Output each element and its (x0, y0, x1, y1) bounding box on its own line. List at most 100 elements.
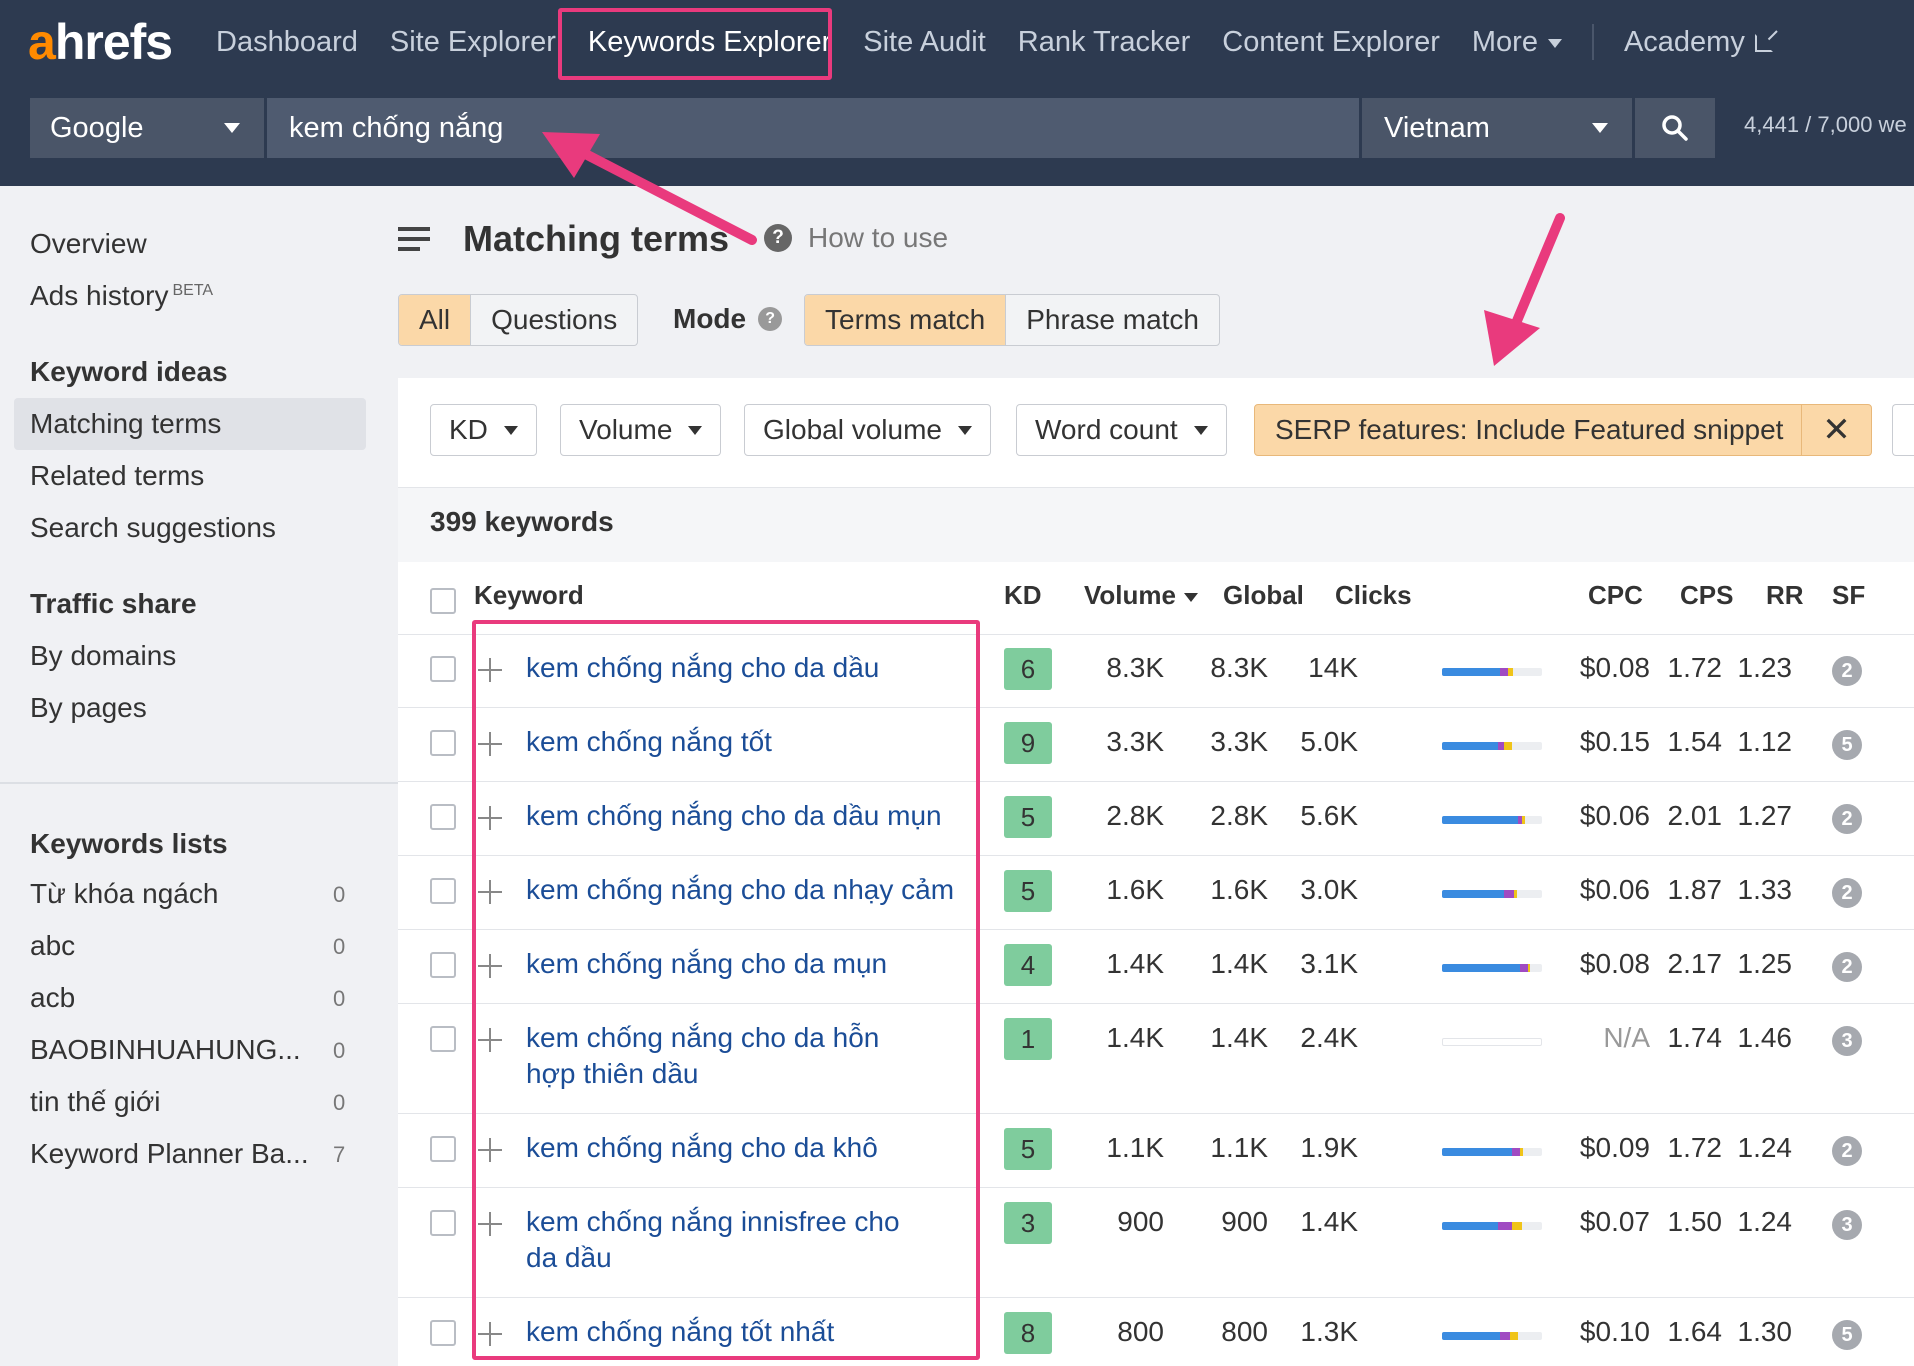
row-checkbox[interactable] (430, 1210, 456, 1236)
nav-site-explorer[interactable]: Site Explorer (374, 18, 572, 66)
rr-value: 1.24 (1737, 1206, 1793, 1237)
filter-more[interactable] (1892, 404, 1914, 456)
sidebar: Overview Ads history BETA Keyword ideas M… (0, 186, 398, 1366)
sidebar-item-overview[interactable]: Overview (30, 228, 147, 260)
serp-features-count[interactable]: 2 (1832, 804, 1862, 834)
serp-features-count[interactable]: 2 (1832, 1136, 1862, 1166)
search-engine-select[interactable]: Google (30, 98, 264, 158)
column-sf[interactable]: SF (1832, 580, 1865, 611)
row-checkbox[interactable] (430, 656, 456, 682)
nav-more[interactable]: More (1456, 18, 1578, 66)
logo-text: hrefs (54, 14, 173, 70)
top-header: ahrefs Dashboard Site Explorer Keywords … (0, 0, 1914, 186)
column-keyword[interactable]: Keyword (474, 580, 584, 611)
nav-academy[interactable]: Academy (1608, 18, 1789, 66)
row-checkbox[interactable] (430, 1320, 456, 1346)
chevron-down-icon (1547, 38, 1562, 48)
row-checkbox[interactable] (430, 952, 456, 978)
mode-label: Mode ? (673, 303, 783, 335)
filter-label: Global volume (763, 414, 942, 445)
sidebar-item-search-suggestions[interactable]: Search suggestions (30, 512, 276, 544)
cpc-value: $0.08 (1579, 652, 1650, 683)
ahrefs-logo[interactable]: ahrefs (28, 12, 173, 72)
row-checkbox[interactable] (430, 1026, 456, 1052)
column-cpc[interactable]: CPC (1588, 580, 1643, 611)
country-select[interactable]: Vietnam (1362, 98, 1632, 158)
sidebar-item-ads-history[interactable]: Ads history BETA (30, 280, 213, 312)
select-all-checkbox[interactable] (430, 588, 456, 614)
volume-value: 900 (1117, 1206, 1164, 1237)
rr-value: 1.30 (1737, 1316, 1793, 1347)
global-volume-value: 1.6K (1210, 874, 1268, 905)
filter-kd[interactable]: KD (430, 404, 537, 456)
clicks-distribution-bar (1442, 1332, 1542, 1340)
nav-content-explorer[interactable]: Content Explorer (1206, 18, 1456, 66)
nav-more-label: More (1471, 26, 1538, 58)
keyword-list-item[interactable]: Keyword Planner Ba... (30, 1138, 309, 1170)
serp-features-count[interactable]: 2 (1832, 656, 1862, 686)
filter-serp-features[interactable]: SERP features: Include Featured snippet … (1254, 404, 1872, 456)
row-checkbox[interactable] (430, 804, 456, 830)
keyword-list-item[interactable]: BAOBINHUAHUNG... (30, 1034, 301, 1066)
clicks-distribution-bar (1442, 1222, 1542, 1230)
chevron-down-icon (224, 123, 240, 133)
results-count: 399 keywords (430, 506, 614, 537)
row-checkbox[interactable] (430, 878, 456, 904)
serp-features-count[interactable]: 5 (1832, 1320, 1862, 1350)
column-volume[interactable]: Volume (1084, 580, 1198, 611)
column-global[interactable]: Global (1223, 580, 1304, 611)
filter-global-volume[interactable]: Global volume (744, 404, 991, 456)
beta-badge: BETA (172, 281, 214, 299)
help-icon: ? (764, 224, 792, 252)
mode-phrase-match[interactable]: Phrase match (1006, 295, 1219, 345)
page-title: Matching terms (463, 218, 730, 259)
filter-word-count[interactable]: Word count (1016, 404, 1227, 456)
sidebar-divider (0, 782, 398, 784)
sidebar-item-related-terms[interactable]: Related terms (30, 460, 204, 492)
rr-value: 1.25 (1737, 948, 1793, 979)
column-cps[interactable]: CPS (1680, 580, 1733, 611)
clicks-distribution-bar (1442, 1038, 1542, 1046)
hamburger-menu-icon[interactable] (398, 227, 430, 251)
serp-features-count[interactable]: 5 (1832, 730, 1862, 760)
nav-site-audit[interactable]: Site Audit (847, 18, 1002, 66)
how-to-use-link[interactable]: ? How to use (764, 222, 948, 254)
mode-terms-match[interactable]: Terms match (805, 295, 1007, 345)
sidebar-item-matching-terms[interactable]: Matching terms (30, 408, 221, 440)
nav-rank-tracker[interactable]: Rank Tracker (1002, 18, 1206, 66)
row-checkbox[interactable] (430, 1136, 456, 1162)
sidebar-item-by-domains[interactable]: By domains (30, 640, 176, 672)
close-icon[interactable]: ✕ (1801, 404, 1871, 456)
serp-features-count[interactable]: 2 (1832, 878, 1862, 908)
keyword-list-item[interactable]: abc (30, 930, 75, 962)
rr-value: 1.23 (1737, 652, 1793, 683)
serp-features-count[interactable]: 3 (1832, 1026, 1862, 1056)
serp-features-count[interactable]: 3 (1832, 1210, 1862, 1240)
keyword-list-count: 0 (333, 882, 346, 907)
column-clicks[interactable]: Clicks (1335, 580, 1412, 611)
mode-label-text: Mode (673, 303, 747, 334)
cpc-value: N/A (1603, 1022, 1650, 1053)
keyword-list-item[interactable]: Từ khóa ngách (30, 878, 218, 910)
keyword-list-item[interactable]: tin thế giới (30, 1086, 160, 1118)
clicks-distribution-bar (1442, 742, 1542, 750)
rr-value: 1.46 (1737, 1022, 1793, 1053)
row-checkbox[interactable] (430, 730, 456, 756)
column-rr[interactable]: RR (1766, 580, 1804, 611)
volume-value: 2.8K (1106, 800, 1164, 831)
sidebar-item-by-pages[interactable]: By pages (30, 692, 147, 724)
nav-dashboard[interactable]: Dashboard (200, 18, 374, 66)
cpc-value: $0.06 (1579, 800, 1650, 831)
column-kd[interactable]: KD (1004, 580, 1042, 611)
sidebar-item-label: Ads history (30, 280, 169, 311)
tab-all[interactable]: All (399, 295, 472, 345)
keyword-list-item[interactable]: acb (30, 982, 75, 1014)
tab-questions[interactable]: Questions (471, 295, 637, 345)
help-icon[interactable]: ? (758, 307, 783, 331)
clicks-value: 1.4K (1300, 1206, 1358, 1237)
serp-features-count[interactable]: 2 (1832, 952, 1862, 982)
keyword-search-input[interactable]: kem chống nắng (267, 98, 1359, 158)
filter-volume[interactable]: Volume (560, 404, 722, 456)
keyword-list-count: 0 (333, 1038, 346, 1063)
search-button[interactable] (1635, 98, 1715, 158)
